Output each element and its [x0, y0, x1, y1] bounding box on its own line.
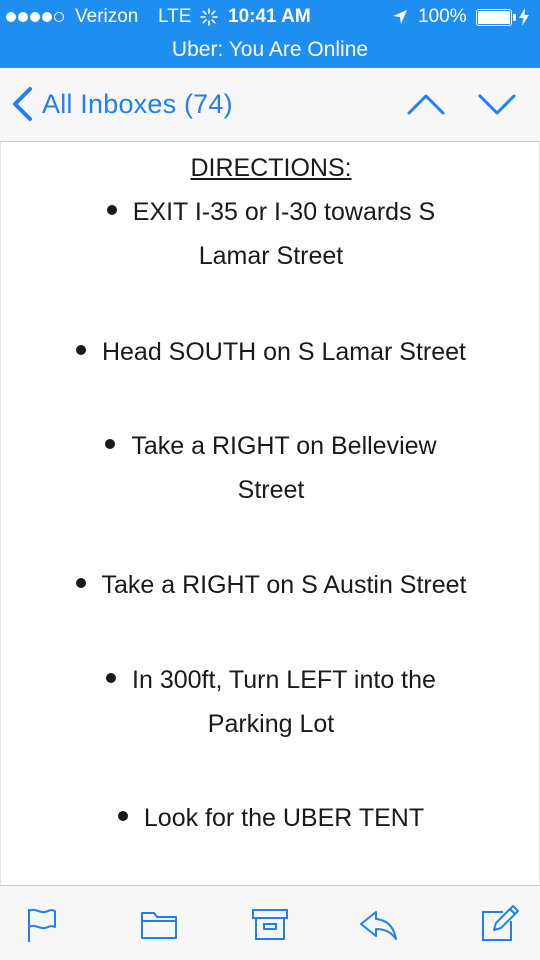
step-line: Take a RIGHT on Belleview	[1, 424, 540, 468]
navigation-bar: All Inboxes (74)	[0, 68, 540, 142]
step-line: Take a RIGHT on S Austin Street	[1, 563, 540, 607]
status-bar: Verizon LTE 10:41 AM 100% Uber: You Are …	[0, 0, 540, 68]
step-text: Head SOUTH on S Lamar Street	[101, 338, 467, 366]
reply-icon[interactable]	[358, 904, 398, 944]
bullet-icon	[105, 439, 116, 450]
chevron-up-icon[interactable]	[406, 88, 446, 120]
battery-tip	[513, 14, 516, 21]
signal-strength-icon	[6, 12, 64, 22]
direction-step: Look for the UBER TENT	[1, 796, 540, 840]
step-text: Take a RIGHT on S Austin Street	[101, 571, 467, 599]
location-arrow-icon	[393, 10, 407, 24]
status-row: Verizon LTE 10:41 AM 100%	[0, 0, 540, 34]
chevron-left-icon	[13, 87, 32, 121]
directions-heading: DIRECTIONS:	[190, 154, 352, 182]
archive-icon[interactable]	[250, 904, 290, 944]
network-type: LTE	[158, 6, 192, 27]
step-line: Head SOUTH on S Lamar Street	[1, 330, 540, 374]
bullet-icon	[106, 205, 117, 216]
direction-step: EXIT I-35 or I-30 towards S Lamar Street	[1, 190, 540, 278]
step-text: In 300ft, Turn LEFT into the	[132, 666, 436, 694]
in-call-banner[interactable]: Uber: You Are Online	[0, 34, 540, 66]
activity-spinner-icon	[200, 8, 218, 26]
bullet-icon	[75, 578, 86, 589]
step-line: EXIT I-35 or I-30 towards S	[1, 190, 540, 234]
email-body[interactable]: DIRECTIONS: EXIT I-35 or I-30 towards S …	[0, 142, 540, 885]
step-text: Take a RIGHT on Belleview	[131, 432, 437, 460]
step-line: Parking Lot	[207, 710, 335, 738]
step-line: Lamar Street	[198, 242, 344, 270]
step-text: EXIT I-35 or I-30 towards S	[132, 198, 436, 226]
bullet-icon	[106, 673, 117, 684]
compose-icon[interactable]	[479, 904, 519, 944]
flag-icon[interactable]	[22, 904, 62, 944]
step-line: In 300ft, Turn LEFT into the	[1, 658, 540, 702]
direction-step: Head SOUTH on S Lamar Street	[1, 330, 540, 374]
charging-bolt-icon	[519, 8, 529, 26]
bullet-icon	[75, 345, 86, 356]
back-button[interactable]: All Inboxes (74)	[10, 84, 233, 124]
bottom-toolbar	[0, 885, 540, 960]
carrier-name: Verizon	[75, 6, 139, 27]
back-button-label: All Inboxes (74)	[42, 88, 233, 119]
step-text: Look for the UBER TENT	[143, 804, 425, 832]
battery-percentage: 100%	[418, 6, 467, 27]
direction-step: In 300ft, Turn LEFT into the Parking Lot	[1, 658, 540, 746]
battery-icon	[476, 9, 512, 26]
step-line: Street	[237, 476, 305, 504]
step-line: Look for the UBER TENT	[1, 796, 540, 840]
chevron-down-icon[interactable]	[477, 88, 517, 120]
direction-step: Take a RIGHT on S Austin Street	[1, 563, 540, 607]
direction-step: Take a RIGHT on Belleview Street	[1, 424, 540, 512]
bullet-icon	[117, 811, 128, 822]
status-time: 10:41 AM	[228, 6, 311, 27]
folder-icon[interactable]	[139, 904, 179, 944]
